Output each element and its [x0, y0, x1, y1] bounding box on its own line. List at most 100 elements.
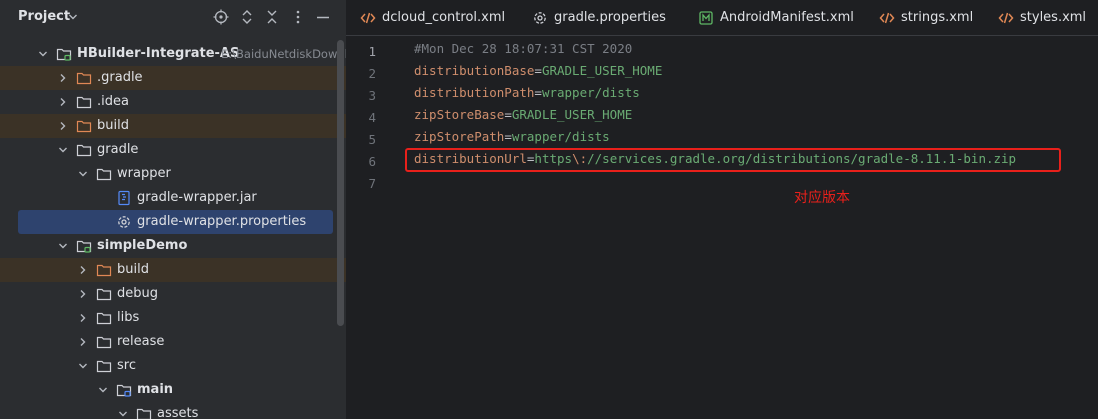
code-area[interactable]: #Mon Dec 28 18:07:31 CST 2020 distributio…	[414, 37, 1098, 419]
editor-tab-label: gradle.properties	[554, 10, 666, 25]
properties-file-icon	[118, 216, 130, 228]
folder-icon	[96, 288, 112, 301]
line-number-gutter: 1 2 3 4 5 6 7	[346, 37, 406, 419]
chevron-right-icon[interactable]	[78, 313, 88, 323]
folder-icon	[136, 408, 152, 419]
tree-item[interactable]: .idea	[0, 90, 346, 114]
property-value: wrapper/dists	[511, 129, 610, 144]
tree-item[interactable]: release	[0, 330, 346, 354]
folder-icon	[96, 360, 112, 373]
project-panel-header: Project	[0, 0, 346, 36]
tree-item[interactable]: gradle-wrapper.jar	[0, 186, 346, 210]
line-number: 6	[368, 154, 376, 169]
tree-item[interactable]: gradle	[0, 138, 346, 162]
property-separator: =	[504, 107, 512, 122]
chevron-right-icon[interactable]	[58, 121, 68, 131]
tree-item[interactable]: libs	[0, 306, 346, 330]
tree-scrollbar[interactable]	[337, 40, 344, 326]
property-key: zipStorePath	[414, 129, 505, 144]
more-options-icon[interactable]	[290, 9, 306, 25]
highlight-box	[405, 148, 1061, 172]
folder-excluded-icon	[76, 120, 92, 133]
tree-item-label: wrapper	[117, 166, 171, 181]
tree-item[interactable]: build	[0, 114, 346, 138]
project-panel: Project HBuilder-Integrate-AS E:\BaiduNet…	[0, 0, 346, 419]
project-panel-title[interactable]: Project	[18, 9, 70, 24]
property-value: GRADLE_USER_HOME	[511, 107, 633, 122]
chevron-down-icon[interactable]	[118, 409, 128, 419]
property-value: wrapper/dists	[541, 85, 640, 100]
property-separator: =	[534, 85, 542, 100]
chevron-down-icon[interactable]	[58, 241, 68, 251]
chevron-right-icon[interactable]	[58, 97, 68, 107]
minimize-icon[interactable]	[315, 9, 331, 25]
tree-item-label: assets	[157, 406, 199, 419]
tree-item[interactable]: build	[0, 258, 346, 282]
property-value: GRADLE_USER_HOME	[541, 63, 663, 78]
tree-item-label: debug	[117, 286, 158, 301]
property-key: distributionBase	[414, 63, 535, 78]
tree-item-label: build	[97, 118, 129, 133]
tree-item[interactable]: gradle-wrapper.properties	[18, 210, 333, 234]
crosshair-icon[interactable]	[213, 9, 229, 25]
collapse-all-icon[interactable]	[264, 9, 280, 25]
editor: dcloud_control.xml gradle.properties Andro…	[346, 0, 1098, 419]
line-number: 5	[368, 132, 376, 147]
property-key: zipStoreBase	[414, 107, 505, 122]
editor-tab-label: AndroidManifest.xml	[720, 10, 854, 25]
chevron-down-icon[interactable]	[78, 169, 88, 179]
chevron-down-icon[interactable]	[98, 385, 108, 395]
property-key: distributionPath	[414, 85, 535, 100]
xml-file-icon	[998, 12, 1014, 24]
tree-item-label: gradle	[97, 142, 139, 157]
module-folder-icon	[76, 240, 92, 253]
editor-tab-label: strings.xml	[901, 10, 974, 25]
jar-file-icon	[118, 190, 130, 206]
folder-icon	[96, 336, 112, 349]
tree-item-label: HBuilder-Integrate-AS	[77, 46, 240, 61]
chevron-down-icon[interactable]	[68, 12, 78, 22]
chevron-down-icon[interactable]	[78, 361, 88, 371]
line-number: 4	[368, 110, 376, 125]
tree-item[interactable]: src	[0, 354, 346, 378]
line-number: 2	[368, 66, 376, 81]
editor-tab-label: styles.xml	[1020, 10, 1087, 25]
code-line[interactable]: zipStorePath=wrapper/dists	[414, 126, 610, 148]
tree-item[interactable]: assets	[0, 402, 346, 419]
line-number: 1	[368, 44, 376, 59]
chevron-right-icon[interactable]	[78, 265, 88, 275]
folder-icon	[76, 96, 92, 109]
tree-item[interactable]: main	[0, 378, 346, 402]
code-line[interactable]: distributionBase=GRADLE_USER_HOME	[414, 60, 662, 82]
chevron-right-icon[interactable]	[78, 289, 88, 299]
code-line[interactable]: zipStoreBase=GRADLE_USER_HOME	[414, 104, 632, 126]
chevron-down-icon[interactable]	[38, 49, 48, 59]
tree-item[interactable]: .gradle	[0, 66, 346, 90]
folder-excluded-icon	[96, 264, 112, 277]
chevron-right-icon[interactable]	[78, 337, 88, 347]
properties-file-icon	[534, 12, 546, 24]
tree-item[interactable]: HBuilder-Integrate-AS E:\BaiduNetdiskDown…	[0, 42, 346, 66]
tree-item[interactable]: wrapper	[0, 162, 346, 186]
code-line[interactable]: distributionPath=wrapper/dists	[414, 82, 640, 104]
tree-item-label: gradle-wrapper.properties	[137, 214, 307, 229]
property-separator: =	[534, 63, 542, 78]
chevron-down-icon[interactable]	[58, 145, 68, 155]
tree-item-path: E:\BaiduNetdiskDownloa	[221, 47, 346, 61]
chevron-right-icon[interactable]	[58, 73, 68, 83]
code-line[interactable]: #Mon Dec 28 18:07:31 CST 2020	[414, 38, 632, 60]
source-folder-icon	[116, 384, 132, 397]
tree-item-label: simpleDemo	[97, 238, 188, 253]
tree-item[interactable]: simpleDemo	[0, 234, 346, 258]
folder-icon	[96, 168, 112, 181]
xml-file-icon	[879, 12, 895, 24]
manifest-file-icon	[699, 11, 713, 25]
expand-all-icon[interactable]	[239, 9, 255, 25]
tree-item[interactable]: debug	[0, 282, 346, 306]
line-number: 3	[368, 88, 376, 103]
folder-icon	[96, 312, 112, 325]
line-number: 7	[368, 176, 376, 191]
editor-tab-label: dcloud_control.xml	[382, 10, 506, 25]
property-separator: =	[504, 129, 512, 144]
folder-excluded-icon	[76, 72, 92, 85]
